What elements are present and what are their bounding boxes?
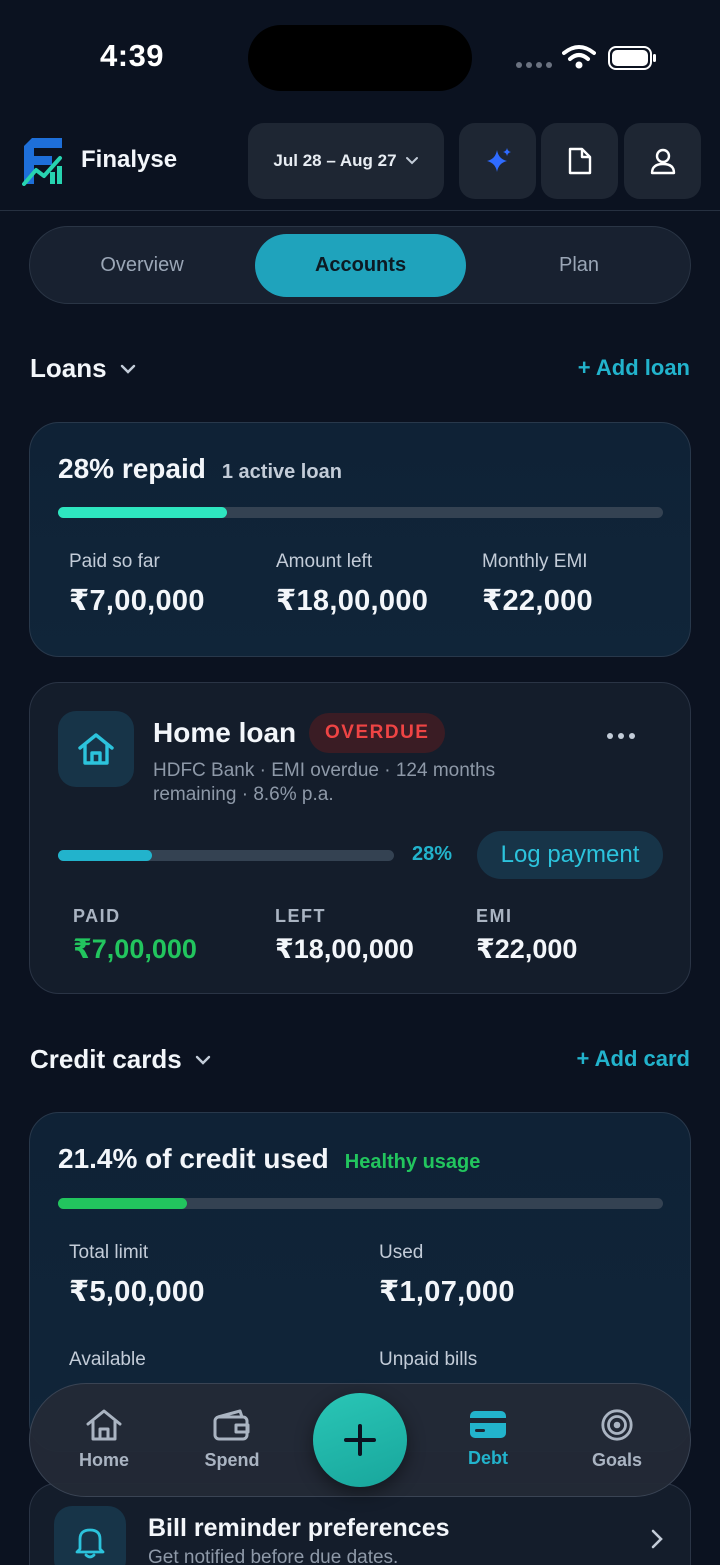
nav-spend[interactable]: Spend — [177, 1408, 287, 1471]
chevron-down-icon — [195, 1055, 210, 1065]
home-icon — [78, 733, 114, 765]
loan-description: HDFC Bank · EMI overdue · 124 months rem… — [153, 759, 495, 807]
card-icon — [470, 1411, 506, 1438]
brand-name: Finalyse — [81, 146, 178, 173]
used-label: Used — [379, 1242, 424, 1263]
wallet-icon — [213, 1409, 250, 1441]
reminder-title: Bill reminder preferences — [148, 1514, 450, 1542]
nav-home[interactable]: Home — [49, 1408, 159, 1471]
credit-summary-heading: 21.4% of credit used Healthy usage — [58, 1143, 480, 1175]
chevron-down-icon — [405, 157, 418, 165]
dynamic-island — [248, 25, 472, 91]
battery-icon — [608, 46, 656, 70]
user-icon — [650, 148, 675, 175]
target-icon — [601, 1409, 633, 1441]
signal-icon — [516, 62, 552, 68]
document-icon — [568, 147, 591, 175]
loan-description-line-2: remaining · 8.6% p.a. — [153, 784, 334, 805]
add-transaction-button[interactable] — [313, 1393, 407, 1487]
nav-debt[interactable]: Debt — [433, 1408, 543, 1469]
bell-icon — [75, 1528, 105, 1559]
monthly-emi-value: ₹22,000 — [482, 585, 593, 617]
amount-left-label: Amount left — [276, 551, 373, 572]
credit-cards-title: Credit cards — [30, 1044, 182, 1074]
loans-title: Loans — [30, 353, 107, 383]
profile-button[interactable] — [624, 123, 701, 199]
date-range-selector[interactable]: Jul 28 – Aug 27 — [248, 123, 444, 199]
overdue-badge: OVERDUE — [309, 713, 446, 753]
home-icon — [86, 1409, 122, 1441]
tab-plan[interactable]: Plan — [473, 234, 685, 297]
nav-goals-label: Goals — [591, 1450, 643, 1470]
loan-progress-bar — [58, 850, 394, 861]
ai-insights-button[interactable] — [459, 123, 536, 199]
loan-progress-fill — [58, 850, 153, 861]
left-label: LEFT — [275, 906, 326, 926]
available-label: Available — [69, 1349, 146, 1370]
monthly-emi-label: Monthly EMI — [482, 551, 588, 572]
loan-icon-tile — [58, 711, 134, 787]
sparkle-icon — [486, 148, 511, 172]
add-loan-button[interactable]: + Add loan — [578, 355, 690, 381]
unpaid-bills-label: Unpaid bills — [379, 1349, 478, 1370]
credit-cards-section-toggle[interactable]: Credit cards — [30, 1044, 212, 1075]
tab-overview[interactable]: Overview — [36, 234, 248, 297]
credit-used-percent: 21.4% of credit used — [58, 1143, 329, 1174]
chevron-down-icon — [120, 364, 135, 374]
loans-progress-fill — [58, 507, 228, 518]
left-value: ₹18,00,000 — [275, 934, 414, 964]
emi-label: EMI — [476, 906, 513, 926]
loans-summary-heading: 28% repaid 1 active loan — [58, 453, 342, 485]
loan-description-line-1: HDFC Bank · EMI overdue · 124 months — [153, 760, 496, 781]
reports-button[interactable] — [541, 123, 618, 199]
nav-debt-label: Debt — [468, 1448, 508, 1468]
nav-spend-label: Spend — [204, 1450, 260, 1470]
active-loan-count: 1 active loan — [221, 461, 342, 483]
loans-section-toggle[interactable]: Loans — [30, 353, 137, 384]
finalyse-logo-icon — [22, 138, 62, 186]
credit-progress-bar — [58, 1198, 663, 1209]
date-range-label: Jul 28 – Aug 27 — [273, 151, 397, 170]
loan-name: Home loan — [153, 717, 297, 748]
paid-so-far-value: ₹7,00,000 — [69, 585, 205, 617]
nav-home-label: Home — [78, 1450, 129, 1470]
add-card-button[interactable]: + Add card — [577, 1046, 691, 1072]
nav-goals[interactable]: Goals — [562, 1408, 672, 1471]
log-payment-button[interactable]: Log payment — [477, 831, 663, 879]
wifi-icon — [562, 45, 596, 69]
paid-value: ₹7,00,000 — [73, 934, 197, 964]
total-limit-label: Total limit — [69, 1242, 149, 1263]
header-divider — [0, 210, 720, 211]
loans-progress-bar — [58, 507, 663, 518]
tab-accounts[interactable]: Accounts — [255, 234, 466, 297]
credit-health-status: Healthy usage — [344, 1151, 481, 1173]
reminder-subtitle: Get notified before due dates. — [148, 1547, 399, 1565]
more-options-icon[interactable] — [607, 733, 635, 739]
used-value: ₹1,07,000 — [379, 1276, 515, 1308]
loans-summary-card: 28% repaid 1 active loan Paid so far ₹7,… — [29, 422, 691, 657]
reminder-icon-tile — [54, 1506, 126, 1565]
home-loan-card[interactable]: Home loan OVERDUE HDFC Bank · EMI overdu… — [29, 682, 691, 994]
plus-icon — [344, 1424, 376, 1456]
chevron-right-icon — [651, 1529, 663, 1549]
view-tabs: Overview Accounts Plan — [29, 226, 691, 304]
paid-so-far-label: Paid so far — [69, 551, 160, 572]
loan-progress-percent: 28% — [412, 843, 453, 865]
credit-progress-fill — [58, 1198, 188, 1209]
status-time: 4:39 — [100, 38, 165, 73]
paid-label: PAID — [73, 906, 121, 926]
emi-value: ₹22,000 — [476, 934, 578, 964]
repaid-percent: 28% repaid — [58, 453, 206, 484]
total-limit-value: ₹5,00,000 — [69, 1276, 205, 1308]
amount-left-value: ₹18,00,000 — [276, 585, 429, 617]
